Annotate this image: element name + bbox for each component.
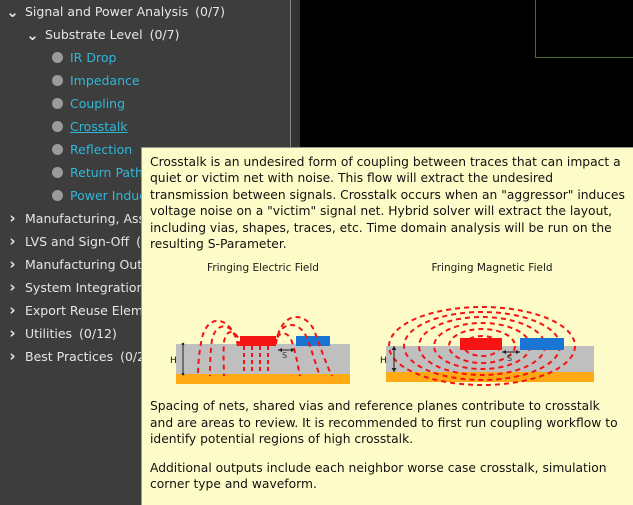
- chevron-right-icon[interactable]: ›: [6, 257, 19, 272]
- diagram-title-electric: Fringing Electric Field: [207, 262, 319, 275]
- tree-item-ir-drop[interactable]: IR Drop: [0, 46, 290, 69]
- height-label: H: [170, 356, 177, 366]
- tree-item-link[interactable]: Crosstalk: [70, 119, 128, 134]
- tooltip-paragraph-1: Crosstalk is an undesired form of coupli…: [150, 155, 625, 252]
- selection-rectangle: [535, 0, 633, 58]
- tree-item-link[interactable]: Reflection: [70, 142, 132, 157]
- chevron-right-icon[interactable]: ›: [6, 211, 19, 226]
- chevron-right-icon[interactable]: ›: [6, 349, 19, 364]
- crosstalk-tooltip: Crosstalk is an undesired form of coupli…: [141, 147, 633, 505]
- tree-item-link[interactable]: IR Drop: [70, 50, 116, 65]
- tree-item-count: (0/12): [79, 326, 117, 341]
- tree-item-link[interactable]: Impedance: [70, 73, 140, 88]
- chevron-down-icon[interactable]: ⌄: [26, 27, 39, 42]
- chevron-right-icon[interactable]: ›: [6, 326, 19, 341]
- tree-item-link[interactable]: Return Path: [70, 165, 143, 180]
- diagram-title-magnetic: Fringing Magnetic Field: [431, 262, 553, 275]
- chevron-down-icon[interactable]: ⌄: [6, 4, 19, 19]
- tree-item-crosstalk[interactable]: Crosstalk: [0, 115, 290, 138]
- fringing-magnetic-field-diagram: Fringing Magnetic Field H S: [372, 260, 612, 398]
- height-label: H: [380, 356, 387, 366]
- status-dot-icon: [52, 75, 63, 86]
- tree-item-substrate-level[interactable]: ⌄ Substrate Level (0/7): [0, 23, 290, 46]
- tooltip-spacer: [150, 448, 625, 460]
- spacing-label: S: [507, 354, 512, 363]
- tree-item-link[interactable]: Coupling: [70, 96, 125, 111]
- tree-item-label: Utilities: [25, 326, 73, 341]
- reference-plane: [176, 374, 350, 385]
- tooltip-paragraph-2: Spacing of nets, shared vias and referen…: [150, 399, 618, 447]
- magnetic-field-illustration: H S: [380, 306, 594, 387]
- status-dot-icon: [52, 190, 63, 201]
- tree-item-count: (0/7): [195, 4, 226, 19]
- tree-item-label: Best Practices: [25, 349, 114, 364]
- aggressor-trace: [460, 338, 502, 351]
- electric-field-illustration: H S: [170, 316, 350, 385]
- fringing-electric-field-diagram: Fringing Electric Field H S: [168, 260, 358, 398]
- tooltip-paragraph-3: Additional outputs include each neighbor…: [150, 460, 607, 492]
- status-dot-icon: [52, 98, 63, 109]
- status-dot-icon: [52, 144, 63, 155]
- status-dot-icon: [52, 121, 63, 132]
- status-dot-icon: [52, 52, 63, 63]
- chevron-right-icon[interactable]: ›: [6, 234, 19, 249]
- tree-item-signal-and-power-analysis[interactable]: ⌄ Signal and Power Analysis (0/7): [0, 0, 290, 23]
- chevron-right-icon[interactable]: ›: [6, 280, 19, 295]
- tooltip-diagrams: Fringing Electric Field H S Fringing Mag…: [150, 260, 625, 398]
- victim-trace: [296, 336, 330, 347]
- tree-item-label: System Integration: [25, 280, 145, 295]
- status-dot-icon: [52, 167, 63, 178]
- tree-item-coupling[interactable]: Coupling: [0, 92, 290, 115]
- aggressor-trace: [240, 336, 276, 347]
- tree-item-label: Substrate Level: [45, 27, 143, 42]
- tree-item-impedance[interactable]: Impedance: [0, 69, 290, 92]
- tree-item-label: LVS and Sign-Off: [25, 234, 130, 249]
- spacing-label: S: [282, 351, 287, 360]
- victim-trace: [520, 338, 564, 351]
- tree-item-label: Signal and Power Analysis: [25, 4, 189, 19]
- chevron-right-icon[interactable]: ›: [6, 303, 19, 318]
- tree-item-count: (0/7): [149, 27, 180, 42]
